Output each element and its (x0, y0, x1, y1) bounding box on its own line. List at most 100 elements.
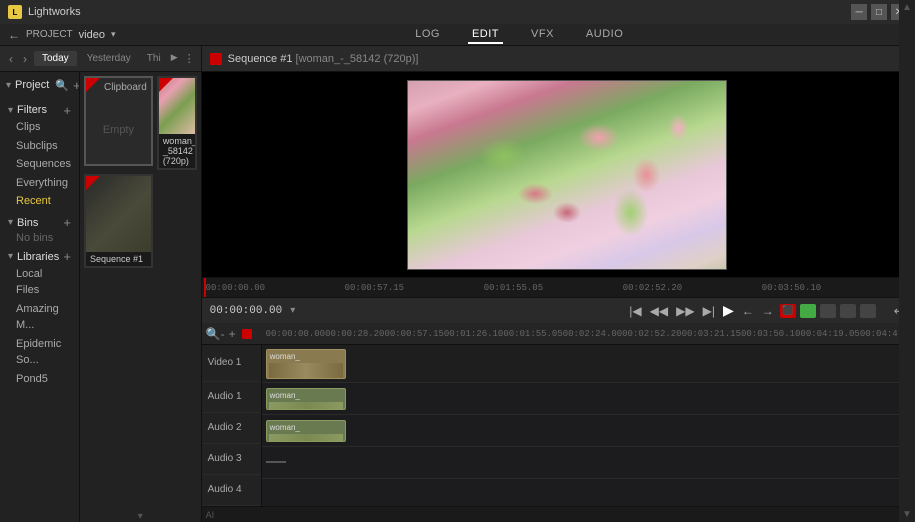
lib-pond5[interactable]: Pond5 (8, 370, 71, 389)
maximize-button[interactable]: □ (871, 4, 887, 20)
track-scroll-right: ▲ ▼ (899, 345, 915, 506)
ruler-zoom: 🔍- + (206, 327, 266, 341)
scrubber-times: 00:00:00.00 00:00:57.15 00:01:55.05 00:0… (202, 278, 915, 297)
track-audio2: woman_ (262, 415, 915, 447)
panel-back-button[interactable]: ‹ (6, 50, 16, 68)
tracks-container: Video 1 Audio 1 Audio 2 Audio 3 Audio 4 … (202, 345, 915, 506)
project-add-icon[interactable]: + (73, 78, 80, 93)
thumb-woman-video[interactable]: woman_-_58142 (720p) (157, 76, 197, 170)
track-label-audio4: Audio 4 (202, 475, 261, 506)
skip-back-button[interactable]: |◀ (627, 303, 643, 319)
filter-recent[interactable]: Recent (8, 192, 71, 211)
thumb-scroll-bottom: ▾ (80, 510, 201, 522)
timecode-dropdown[interactable]: ▾ (290, 305, 295, 316)
thumbnail-scroll: Clipboard Empty woman_-_58142 (720p) (80, 72, 201, 510)
ruler-times: 00:00:00.00 00:00:28.20 00:00:57.15 00:0… (266, 329, 914, 339)
track-label-audio2: Audio 2 (202, 413, 261, 444)
tab-thi[interactable]: Thi (141, 51, 167, 66)
tracks-scroll: woman_ woman_ woman_ (262, 345, 915, 506)
tab-today[interactable]: Today (34, 51, 77, 66)
filters-arrow: ▾ (8, 105, 13, 116)
project-label: PROJECT (26, 29, 73, 40)
thumb-sequence1[interactable]: Sequence #1 (84, 174, 153, 268)
skip-forward-button[interactable]: ▶| (701, 303, 717, 319)
panel-header: ‹ › Today Yesterday Thi ▶ ⋮ (0, 46, 201, 72)
sequence-subtitle: [woman_-_58142 (720p)] (296, 53, 419, 65)
sequence1-label: Sequence #1 (86, 252, 151, 266)
play-button[interactable]: ▶ (721, 301, 736, 320)
tab-yesterday[interactable]: Yesterday (81, 51, 137, 66)
audio-icon-button[interactable] (860, 304, 876, 318)
track-label-video1: Video 1 (202, 345, 261, 382)
thumb-clipboard[interactable]: Clipboard Empty (84, 76, 153, 166)
step-forward-button[interactable]: ▶▶ (674, 303, 696, 319)
title-bar-left: L Lightworks (8, 5, 81, 19)
ruler-t0: 00:00:00.00 (266, 329, 325, 339)
green-button[interactable] (800, 304, 816, 318)
filter-clips[interactable]: Clips (8, 118, 71, 137)
icon-button-1[interactable] (820, 304, 836, 318)
app-name: Lightworks (28, 6, 81, 18)
panel-menu-icon[interactable]: ⋮ (184, 52, 195, 65)
bins-section: ▾ Bins + No bins (0, 213, 79, 247)
bins-title-row: ▾ Bins + (8, 215, 71, 231)
tab-log[interactable]: LOG (411, 26, 444, 44)
ruler-t8: 00:03:50.10 (741, 329, 800, 339)
audio-clip-2[interactable]: woman_ (266, 420, 346, 442)
icon-button-2[interactable] (840, 304, 856, 318)
preview-area (202, 72, 915, 277)
ruler-t7: 00:03:21.15 (682, 329, 741, 339)
scrubber-playhead (204, 278, 206, 297)
project-arrow: ▾ (6, 80, 11, 91)
project-search-icon[interactable]: 🔍 (55, 79, 69, 92)
record-button[interactable]: ⬛ (780, 304, 796, 318)
scrubber-t2: 00:01:55.05 (484, 283, 543, 293)
ruler-red-marker (242, 329, 252, 339)
project-title: Project (15, 79, 49, 91)
project-dropdown-arrow[interactable]: ▾ (111, 29, 116, 40)
mark-out-button[interactable]: → (760, 303, 776, 319)
main-layout: ‹ › Today Yesterday Thi ▶ ⋮ ▾ Project 🔍 (0, 46, 915, 522)
filter-everything[interactable]: Everything (8, 174, 71, 193)
filters-title: Filters (17, 104, 47, 116)
filter-sequences[interactable]: Sequences (8, 155, 71, 174)
tab-vfx[interactable]: VFX (527, 26, 558, 44)
ruler-t6: 00:02:52.20 (622, 329, 681, 339)
project-nav: ← PROJECT video ▾ (8, 28, 116, 42)
filter-subclips[interactable]: Subclips (8, 137, 71, 156)
ruler-t1: 00:00:28.20 (325, 329, 384, 339)
video-clip-1[interactable]: woman_ (266, 349, 346, 379)
woman-video-thumbnail: woman_-_58142 (720p) (159, 78, 195, 168)
track-audio3 (262, 447, 915, 479)
scrubber-area[interactable]: 00:00:00.00 00:00:57.15 00:01:55.05 00:0… (202, 277, 915, 297)
step-back-button[interactable]: ◀◀ (648, 303, 670, 319)
left-panel: ‹ › Today Yesterday Thi ▶ ⋮ ▾ Project 🔍 (0, 46, 202, 522)
back-button[interactable]: ← (8, 28, 20, 42)
panel-forward-button[interactable]: › (20, 50, 30, 68)
lib-epidemic[interactable]: Epidemic So... (8, 335, 71, 370)
lib-local-files[interactable]: Local Files (8, 265, 71, 300)
filters-add-icon[interactable]: + (63, 103, 71, 118)
track-video1: woman_ (262, 345, 915, 383)
bins-arrow: ▾ (8, 217, 13, 228)
thumbnail-area: Clipboard Empty woman_-_58142 (720p) (80, 72, 201, 522)
libraries-add-icon[interactable]: + (63, 249, 71, 264)
menu-bar: ← PROJECT video ▾ LOG EDIT VFX AUDIO (0, 24, 915, 46)
audio-clip-1[interactable]: woman_ (266, 388, 346, 410)
sequence-red-marker (210, 53, 222, 65)
scroll-down-arrow[interactable]: ▾ (138, 511, 143, 522)
bins-add-icon[interactable]: + (63, 215, 71, 230)
no-bins-label: No bins (8, 231, 71, 245)
zoom-in-icon[interactable]: + (229, 327, 236, 341)
timeline-controls: 00:00:00.00 ▾ |◀ ◀◀ ▶▶ ▶| ▶ ← → ⬛ ↩ ↪ (202, 297, 915, 323)
tab-edit[interactable]: EDIT (468, 26, 503, 44)
sequence-header: Sequence #1 [woman_-_58142 (720p)] ⋮ (202, 46, 915, 72)
track-label-audio1: Audio 1 (202, 382, 261, 413)
thumb-grid: Clipboard Empty woman_-_58142 (720p) (84, 76, 197, 268)
zoom-out-icon[interactable]: 🔍- (206, 327, 225, 341)
lib-amazing[interactable]: Amazing M... (8, 300, 71, 335)
tab-audio[interactable]: AUDIO (582, 26, 627, 44)
minimize-button[interactable]: ─ (851, 4, 867, 20)
mark-in-button[interactable]: ← (740, 303, 756, 319)
panel-play-icon[interactable]: ▶ (171, 52, 178, 65)
